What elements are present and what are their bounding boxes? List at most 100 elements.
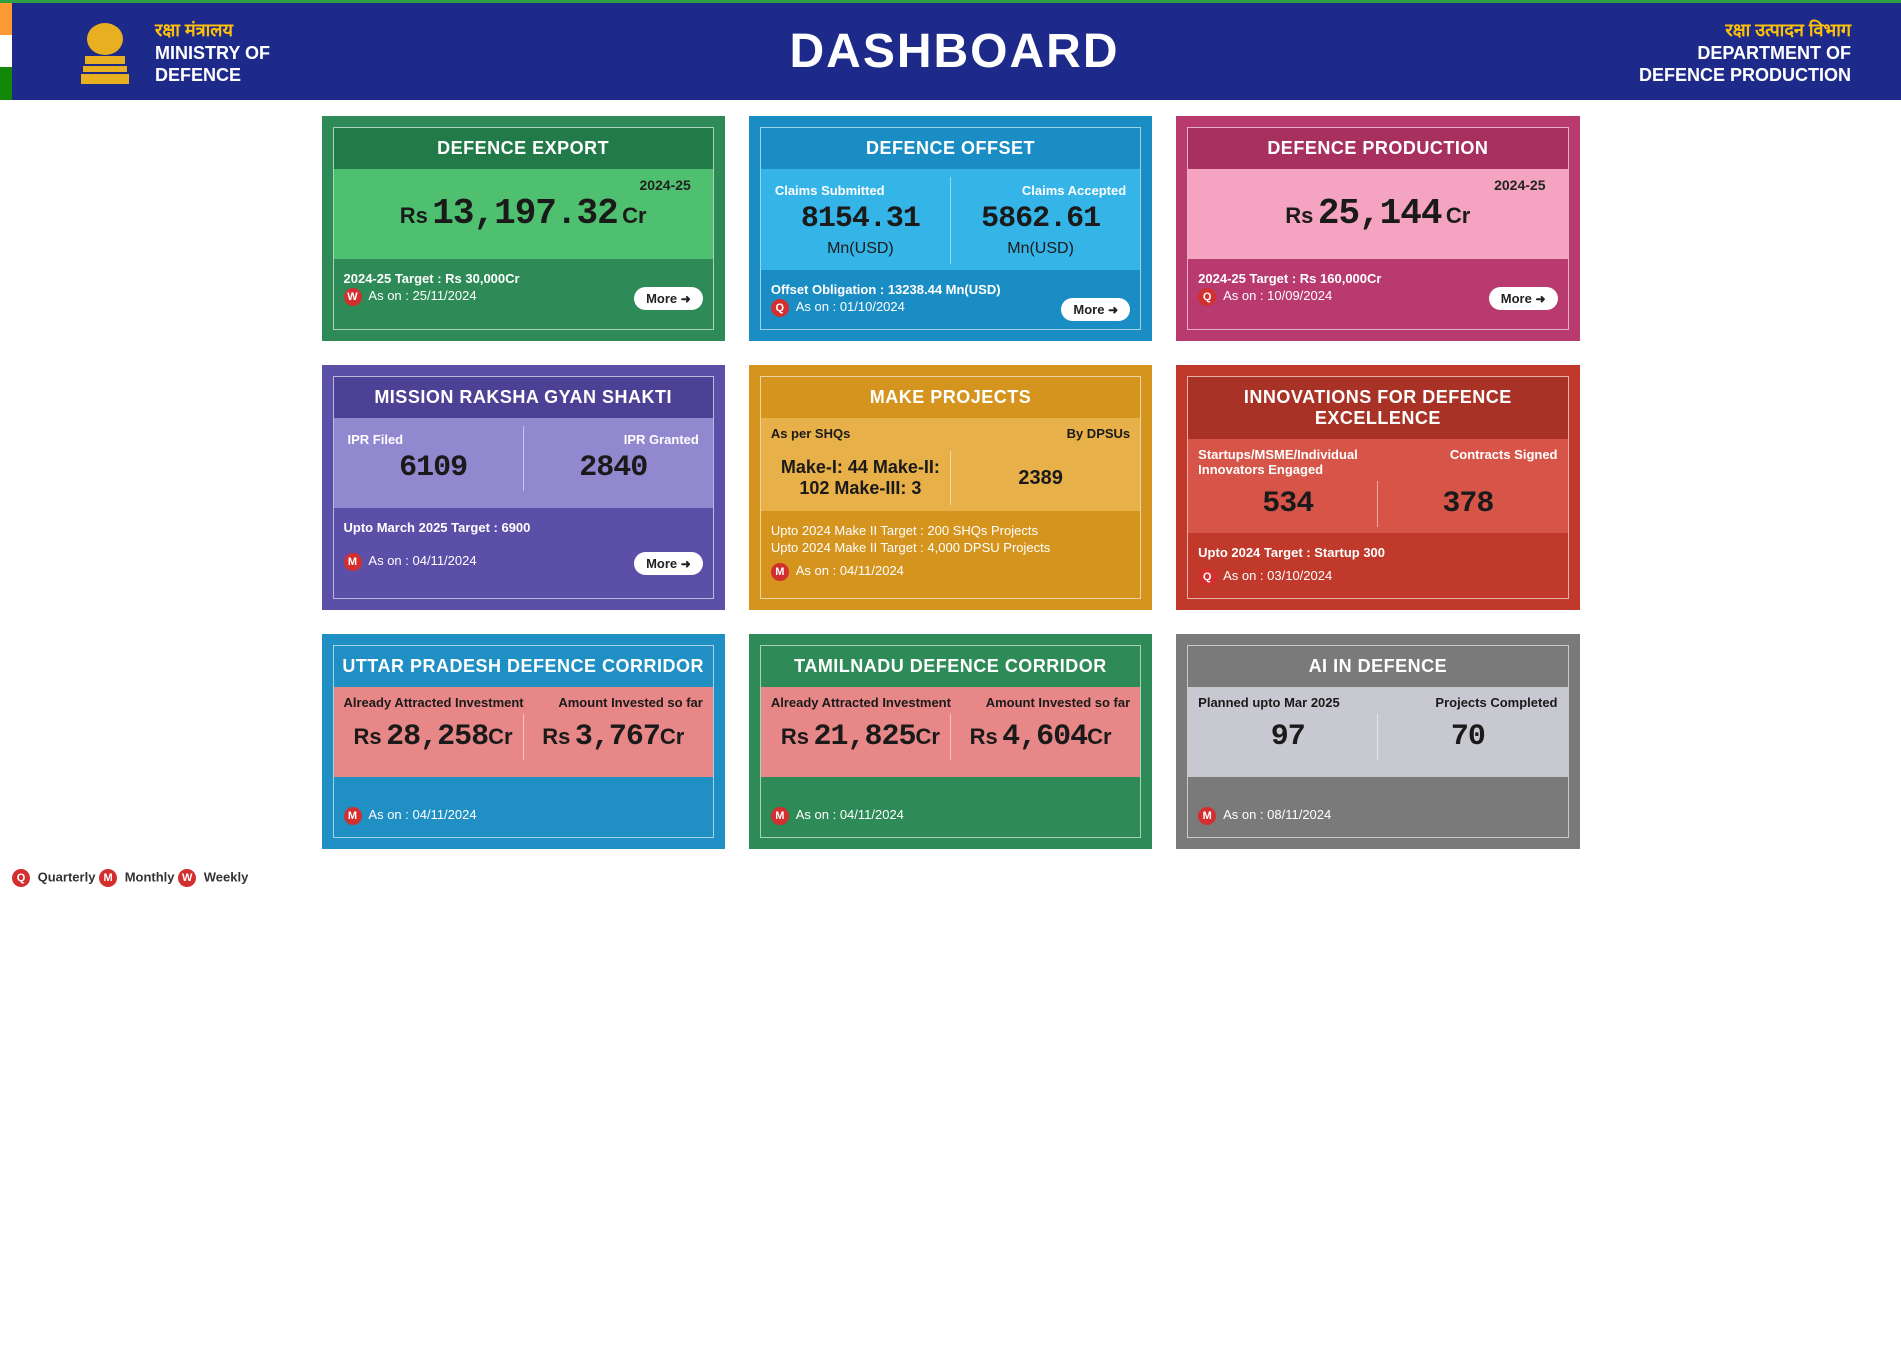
production-value: Rs 25,144 Cr — [1198, 193, 1557, 234]
card-mission-raksha-gyan-shakti: MISSION RAKSHA GYAN SHAKTI IPR Filed 610… — [322, 365, 725, 610]
card-defence-export: DEFENCE EXPORT 2024-25 Rs 13,197.32 Cr 2… — [322, 116, 725, 341]
more-button[interactable]: More ➜ — [1061, 298, 1130, 321]
card-up-defence-corridor: UTTAR PRADESH DEFENCE CORRIDOR Already A… — [322, 634, 725, 849]
arrow-right-icon: ➜ — [1108, 303, 1118, 317]
department-name-hindi: रक्षा उत्पादन विभाग — [1639, 18, 1851, 42]
completed-label: Projects Completed — [1435, 695, 1557, 710]
claims-submitted-value: 8154.31 — [775, 202, 946, 236]
dpsu-label: By DPSUs — [1067, 426, 1131, 441]
ason-text: As on : 04/11/2024 — [368, 553, 476, 568]
ipr-granted-value: 2840 — [528, 451, 699, 485]
ministry-name-english-1: MINISTRY OF — [155, 44, 270, 64]
planned-value: 97 — [1202, 720, 1373, 754]
monthly-badge: M — [344, 553, 362, 571]
card-defence-production: DEFENCE PRODUCTION 2024-25 Rs 25,144 Cr … — [1176, 116, 1579, 341]
export-value: Rs 13,197.32 Cr — [344, 193, 703, 234]
ministry-name-hindi: रक्षा मंत्रालय — [155, 18, 270, 42]
make-breakdown: Make-I: 44 Make-II: 102 Make-III: 3 — [771, 451, 951, 505]
shq-label: As per SHQs — [771, 426, 850, 441]
ipr-filed-label: IPR Filed — [348, 432, 519, 447]
more-button[interactable]: More ➜ — [634, 287, 703, 310]
attracted-value: Rs 21,825Cr — [771, 714, 951, 760]
department-name: रक्षा उत्पादन विभाग DEPARTMENT OF DEFENC… — [1639, 18, 1851, 86]
target-text: Upto March 2025 Target : 6900 — [344, 520, 531, 535]
national-emblem-icon — [70, 12, 140, 92]
ason-text: As on : 01/10/2024 — [796, 299, 905, 314]
card-title: DEFENCE PRODUCTION — [1188, 128, 1567, 169]
card-title: DEFENCE EXPORT — [334, 128, 713, 169]
monthly-badge: M — [771, 807, 789, 825]
legend-bar: Q Quarterly M Monthly W Weekly — [0, 865, 1901, 891]
target-text: 2024-25 Target : Rs 160,000Cr — [1198, 271, 1381, 286]
card-make-projects: MAKE PROJECTS As per SHQs By DPSUs Make-… — [749, 365, 1152, 610]
more-button[interactable]: More ➜ — [1489, 287, 1558, 310]
department-name-english-1: DEPARTMENT OF — [1639, 44, 1851, 64]
fiscal-year: 2024-25 — [344, 177, 703, 193]
ministry-name: रक्षा मंत्रालय MINISTRY OF DEFENCE — [155, 18, 270, 86]
startups-value: 534 — [1202, 487, 1373, 521]
page-title: DASHBOARD — [270, 24, 1639, 79]
ason-text: As on : 10/09/2024 — [1223, 288, 1332, 303]
dashboard-grid: DEFENCE EXPORT 2024-25 Rs 13,197.32 Cr 2… — [306, 100, 1596, 865]
arrow-right-icon: ➜ — [681, 557, 691, 571]
header-bar: रक्षा मंत्रालय MINISTRY OF DEFENCE DASHB… — [0, 0, 1901, 100]
monthly-badge-icon: M — [99, 869, 117, 887]
target-text: Upto 2024 Target : Startup 300 — [1198, 545, 1385, 560]
contracts-label: Contracts Signed — [1450, 447, 1558, 477]
claims-accepted-value: 5862.61 — [955, 202, 1126, 236]
quarterly-badge: Q — [771, 299, 789, 317]
card-defence-offset: DEFENCE OFFSET Claims Submitted 8154.31 … — [749, 116, 1152, 341]
legend-quarterly: Quarterly — [38, 869, 96, 884]
ason-text: As on : 25/11/2024 — [368, 288, 476, 303]
invested-value: Rs 4,604Cr — [951, 714, 1130, 760]
department-name-english-2: DEFENCE PRODUCTION — [1639, 66, 1851, 86]
ason-text: As on : 04/11/2024 — [796, 807, 904, 822]
unit-label: Mn(USD) — [955, 240, 1126, 258]
attracted-value: Rs 28,258Cr — [344, 714, 524, 760]
arrow-right-icon: ➜ — [681, 292, 691, 306]
invested-label: Amount Invested so far — [558, 695, 702, 710]
monthly-badge: M — [344, 807, 362, 825]
ministry-name-english-2: DEFENCE — [155, 66, 270, 86]
ason-text: As on : 04/11/2024 — [368, 807, 476, 822]
invested-value: Rs 3,767Cr — [524, 714, 703, 760]
attracted-label: Already Attracted Investment — [771, 695, 951, 710]
card-title: TAMILNADU DEFENCE CORRIDOR — [761, 646, 1140, 687]
ason-text: As on : 04/11/2024 — [796, 563, 904, 578]
ason-text: As on : 03/10/2024 — [1223, 568, 1332, 583]
card-innovations-defence: INNOVATIONS FOR DEFENCE EXCELLENCE Start… — [1176, 365, 1579, 610]
monthly-badge: M — [771, 563, 789, 581]
card-title: DEFENCE OFFSET — [761, 128, 1140, 169]
more-button[interactable]: More ➜ — [634, 552, 703, 575]
quarterly-badge: Q — [1198, 568, 1216, 586]
target-text: 2024-25 Target : Rs 30,000Cr — [344, 271, 520, 286]
card-title: MAKE PROJECTS — [761, 377, 1140, 418]
unit-label: Mn(USD) — [775, 240, 946, 258]
weekly-badge: W — [344, 288, 362, 306]
ipr-granted-label: IPR Granted — [528, 432, 699, 447]
card-title: AI IN DEFENCE — [1188, 646, 1567, 687]
obligation-text: Offset Obligation : 13238.44 Mn(USD) — [771, 282, 1001, 297]
monthly-badge: M — [1198, 807, 1216, 825]
weekly-badge-icon: W — [178, 869, 196, 887]
quarterly-badge-icon: Q — [12, 869, 30, 887]
legend-monthly: Monthly — [125, 869, 175, 884]
planned-label: Planned upto Mar 2025 — [1198, 695, 1340, 710]
ason-text: As on : 08/11/2024 — [1223, 807, 1331, 822]
legend-weekly: Weekly — [204, 869, 249, 884]
card-title: MISSION RAKSHA GYAN SHAKTI — [334, 377, 713, 418]
completed-value: 70 — [1382, 720, 1553, 754]
dpsu-value: 2389 — [1018, 467, 1063, 490]
card-title: INNOVATIONS FOR DEFENCE EXCELLENCE — [1188, 377, 1567, 439]
card-tn-defence-corridor: TAMILNADU DEFENCE CORRIDOR Already Attra… — [749, 634, 1152, 849]
quarterly-badge: Q — [1198, 288, 1216, 306]
card-title: UTTAR PRADESH DEFENCE CORRIDOR — [334, 646, 713, 687]
card-ai-in-defence: AI IN DEFENCE Planned upto Mar 2025 Proj… — [1176, 634, 1579, 849]
claims-submitted-label: Claims Submitted — [775, 183, 946, 198]
ipr-filed-value: 6109 — [348, 451, 519, 485]
arrow-right-icon: ➜ — [1535, 292, 1545, 306]
invested-label: Amount Invested so far — [986, 695, 1130, 710]
target-text-1: Upto 2024 Make II Target : 200 SHQs Proj… — [771, 523, 1130, 538]
fiscal-year: 2024-25 — [1198, 177, 1557, 193]
contracts-value: 378 — [1382, 487, 1553, 521]
